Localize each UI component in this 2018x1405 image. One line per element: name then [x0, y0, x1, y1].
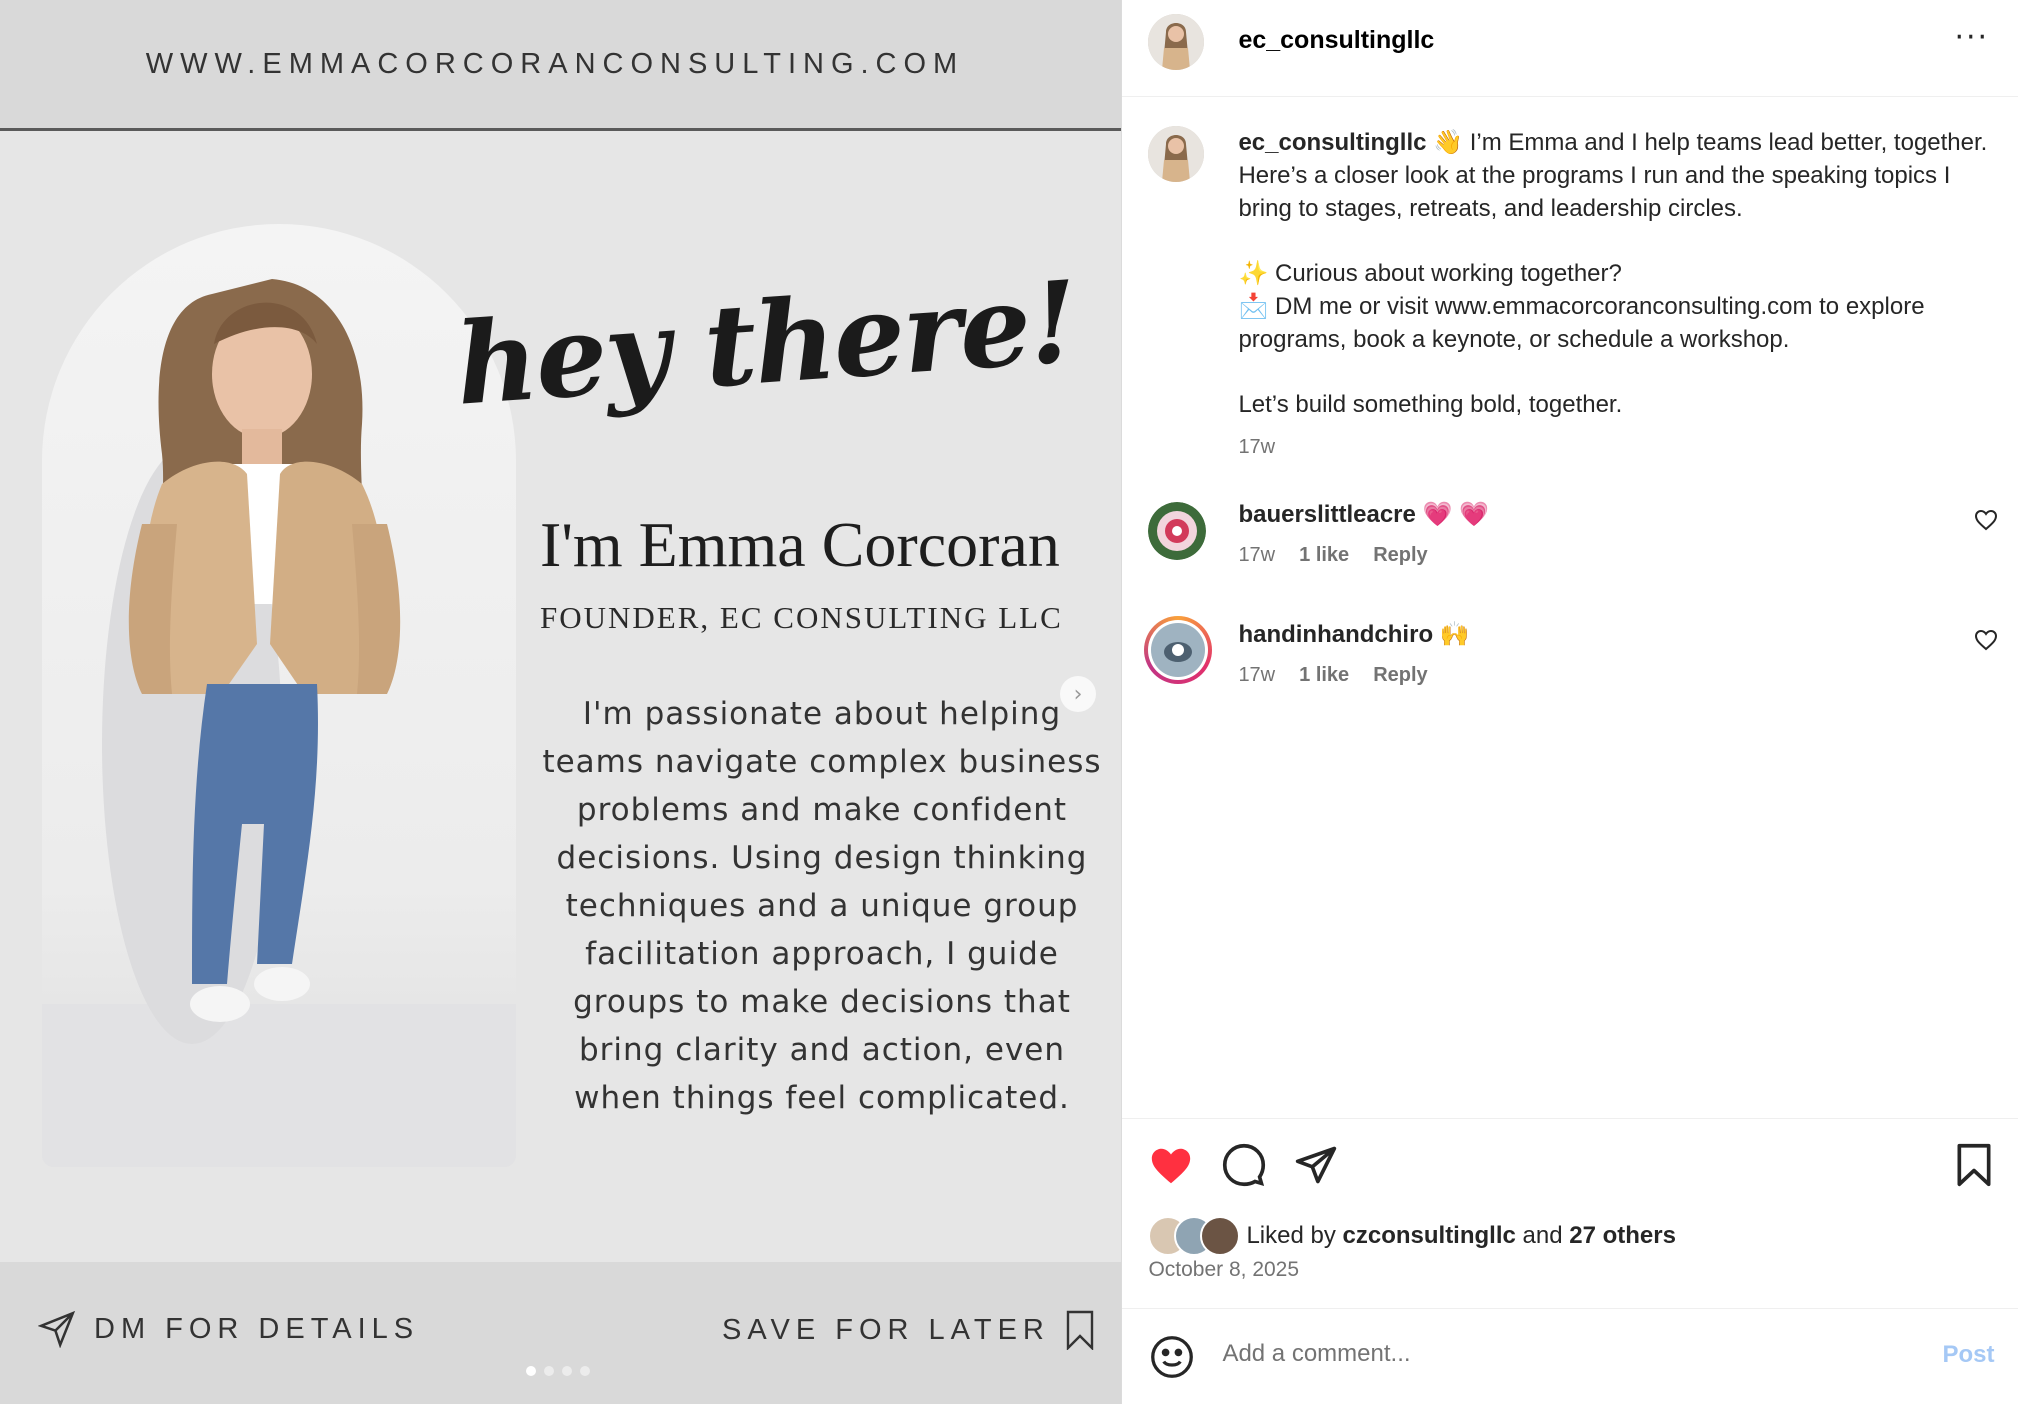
person-name: I'm Emma Corcoran — [540, 509, 1060, 580]
carousel-dots — [526, 1366, 590, 1376]
liker-username[interactable]: czconsultingllc — [1343, 1222, 1516, 1250]
caption-username[interactable]: ec_consultingllc — [1238, 129, 1426, 156]
caption-text: 📩 DM me or visit www.emmacorcoranconsult… — [1238, 293, 1925, 353]
comment-username[interactable]: bauerslittleacre — [1238, 501, 1415, 528]
chevron-right-icon: › — [1073, 681, 1083, 707]
caption-text: ✨ Curious about working together? — [1238, 260, 1622, 287]
greeting-script: hey there! — [452, 256, 1081, 431]
dm-cta-label: DM FOR DETAILS — [94, 1312, 420, 1345]
liker-avatars[interactable] — [1148, 1216, 1241, 1256]
post-caption: ec_consultingllc 👋 I’m Emma and I help t… — [1238, 126, 1998, 464]
add-comment-row: Post — [1122, 1308, 2018, 1405]
post-comment-button[interactable]: Post — [1942, 1341, 1994, 1369]
comment-time: 17w — [1238, 544, 1276, 566]
action-bar — [1122, 1118, 2018, 1219]
reply-button[interactable]: Reply — [1373, 664, 1427, 687]
heart-icon[interactable] — [1974, 508, 1998, 532]
post-panel: ec_consultingllc ··· ec_consultingllc 👋 … — [1121, 0, 2018, 1404]
carousel-dot[interactable] — [526, 1366, 536, 1376]
comment-icon[interactable] — [1222, 1143, 1266, 1187]
person-role: FOUNDER, EC CONSULTING LLC — [540, 600, 1063, 635]
comment-text: 🙌 — [1439, 621, 1470, 648]
carousel-dot[interactable] — [544, 1366, 554, 1376]
save-cta: SAVE FOR LATER — [722, 1310, 1096, 1350]
comment-likes[interactable]: 1 like — [1299, 664, 1349, 687]
comment-text: 💗 💗 — [1422, 501, 1489, 528]
send-icon — [38, 1310, 76, 1348]
likes-summary: Liked by czconsultingllc and 27 others — [1148, 1216, 1676, 1256]
save-cta-label: SAVE FOR LATER — [722, 1313, 1050, 1346]
bookmark-icon[interactable] — [1954, 1143, 1994, 1187]
comment-likes[interactable]: 1 like — [1299, 544, 1349, 567]
post-header: ec_consultingllc ··· — [1122, 0, 2018, 97]
header-username[interactable]: ec_consultingllc — [1238, 26, 1434, 55]
comment-username[interactable]: handinhandchiro — [1238, 621, 1433, 648]
website-text: WWW.EMMACORCORANCONSULTING.COM — [145, 47, 965, 80]
avatar — [1200, 1216, 1241, 1256]
heart-icon[interactable] — [1148, 1143, 1194, 1189]
more-options-button[interactable]: ··· — [1954, 20, 1989, 55]
commenter-avatar[interactable] — [1144, 616, 1213, 684]
heart-icon[interactable] — [1974, 628, 1998, 652]
carousel-dot[interactable] — [562, 1366, 572, 1376]
person-bio: I'm passionate about helping teams navig… — [542, 696, 1102, 1116]
share-icon[interactable] — [1294, 1143, 1338, 1187]
caption-text: Let’s build something bold, together. — [1238, 391, 1623, 418]
likes-others[interactable]: 27 others — [1569, 1222, 1676, 1250]
carousel-next-button[interactable]: › — [1060, 676, 1096, 712]
caption-avatar[interactable] — [1148, 126, 1205, 182]
post-media[interactable]: WWW.EMMACORCORANCONSULTING.COM hey there… — [0, 0, 1122, 1404]
caption-time: 17w — [1238, 436, 1276, 458]
add-comment-input[interactable] — [1220, 1339, 1865, 1369]
carousel-dot[interactable] — [580, 1366, 590, 1376]
portrait-photo — [42, 224, 516, 1167]
post-date: October 8, 2025 — [1148, 1258, 1300, 1281]
reply-button[interactable]: Reply — [1373, 544, 1427, 567]
commenter-avatar[interactable] — [1148, 502, 1207, 560]
comment-time: 17w — [1238, 664, 1276, 686]
bookmark-icon — [1066, 1310, 1094, 1350]
emoji-icon[interactable] — [1150, 1335, 1194, 1379]
website-banner: WWW.EMMACORCORANCONSULTING.COM — [0, 0, 1122, 131]
likes-prefix: Liked by — [1246, 1222, 1336, 1249]
dm-cta: DM FOR DETAILS — [38, 1310, 419, 1348]
likes-and: and — [1522, 1222, 1563, 1249]
avatar[interactable] — [1148, 14, 1205, 70]
